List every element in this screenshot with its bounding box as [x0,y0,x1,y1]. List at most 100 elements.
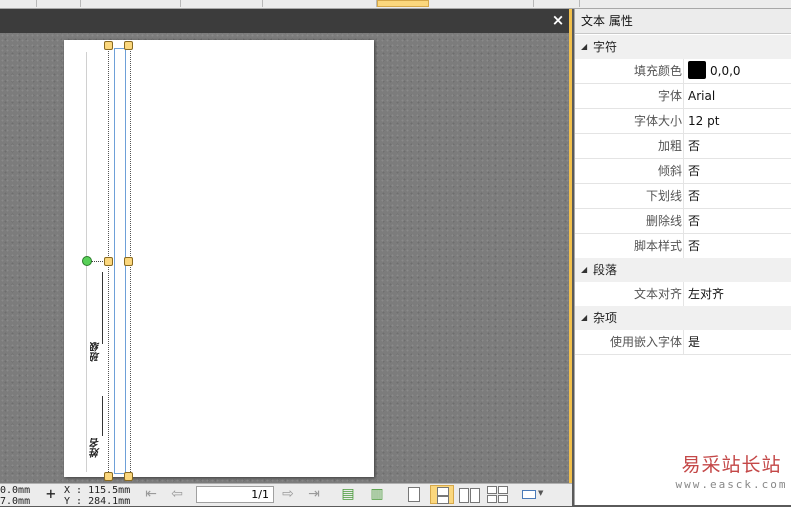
property-row-italic[interactable]: 倾斜 否 [575,159,791,184]
close-icon[interactable]: × [549,11,567,29]
toolbar-active-button[interactable] [377,0,429,7]
font-size-value[interactable]: 12 pt [688,109,788,133]
top-toolbar [0,0,791,9]
collapse-triangle-icon[interactable]: ◢ [581,306,587,330]
property-label: 脚本样式 [633,239,682,253]
next-page-icon[interactable]: ⇨ [277,486,299,503]
canvas-header [0,9,572,33]
page-icon [408,487,420,502]
prev-page-icon[interactable]: ⇦ [166,486,188,503]
property-row-fill-color[interactable]: 填充颜色 0,0,0 [575,59,791,84]
property-label: 文本对齐 [633,287,682,301]
page-icon [487,486,497,494]
continuous-view-button[interactable] [430,485,454,504]
divider [683,330,684,354]
x-coordinate: X : 115.5mm [64,485,131,496]
divider [683,282,684,306]
rotate-handle[interactable] [82,256,92,266]
property-label: 加粗 [657,139,682,153]
first-page-icon[interactable]: ⇤ [140,486,162,503]
resize-handle-top-right[interactable] [124,41,133,50]
page-number-input[interactable]: 1/1 [196,486,274,503]
property-row-embed-font[interactable]: 使用嵌入字体 是 [575,330,791,355]
resize-handle-top-left[interactable] [104,41,113,50]
property-row-font[interactable]: 字体 Arial [575,84,791,109]
section-misc[interactable]: ◢ 杂项 [575,306,791,330]
underline-line [102,272,103,344]
resize-handle-bottom-left[interactable] [104,472,113,481]
toolbar-segment[interactable] [36,0,81,7]
watermark: 易采站长站 www.easck.com [672,450,791,491]
panel-title: 文本 属性 [575,9,791,34]
page-icon [437,496,449,504]
watermark-logo-text: 易采站长站 [681,454,782,476]
vertical-text-class[interactable]: 班级 [89,342,104,362]
width-readout: 0.0mm [0,485,31,496]
page-icon [498,486,508,494]
underline-line [102,396,103,436]
vertical-text-name[interactable]: 姓名 [89,438,104,458]
fill-color-text: 0,0,0 [710,64,741,78]
toolbar-segment[interactable] [180,0,263,7]
strikethrough-value[interactable]: 否 [688,209,788,233]
divider [683,109,684,133]
section-character[interactable]: ◢ 字符 [575,35,791,59]
page-icon [437,487,449,496]
two-page-view-button[interactable] [458,485,482,504]
collapse-triangle-icon[interactable]: ◢ [581,258,587,282]
property-label: 填充颜色 [633,64,682,78]
divider [683,59,684,83]
divider [683,209,684,233]
property-label: 字体大小 [633,114,682,128]
view-options-dropdown[interactable]: ▼ [520,485,544,504]
embed-font-value[interactable]: 是 [688,330,788,354]
property-label: 倾斜 [657,164,682,178]
property-row-strikethrough[interactable]: 删除线 否 [575,209,791,234]
y-coordinate: Y : 284.1mm [64,496,131,507]
property-row-bold[interactable]: 加粗 否 [575,134,791,159]
resize-handle-mid-left[interactable] [104,257,113,266]
toolbar-segment[interactable] [539,0,580,7]
italic-value[interactable]: 否 [688,159,788,183]
toolbar-segment[interactable] [80,0,181,7]
section-title: 字符 [593,40,618,54]
divider [683,84,684,108]
last-page-icon[interactable]: ⇥ [303,486,325,503]
property-row-text-align[interactable]: 文本对齐 左对齐 [575,282,791,307]
property-row-script-style[interactable]: 脚本样式 否 [575,234,791,259]
page-icon [487,495,497,503]
toolbar-segment[interactable] [491,0,534,7]
add-page-icon[interactable]: ▤ [337,486,359,503]
divider [683,159,684,183]
toolbar-segment[interactable] [0,0,37,7]
resize-handle-mid-right[interactable] [124,257,133,266]
collapse-triangle-icon[interactable]: ◢ [581,35,587,59]
font-value[interactable]: Arial [688,84,788,108]
panel-splitter[interactable] [569,9,572,505]
display-icon [522,490,536,499]
property-row-underline[interactable]: 下划线 否 [575,184,791,209]
text-align-value[interactable]: 左对齐 [688,282,788,306]
fill-color-value[interactable]: 0,0,0 [688,59,788,83]
duplicate-page-icon[interactable]: ▥ [366,486,388,503]
section-title: 段落 [593,263,618,277]
underline-value[interactable]: 否 [688,184,788,208]
height-readout: 7.0mm [0,496,31,507]
script-style-value[interactable]: 否 [688,234,788,258]
page-icon [459,488,469,503]
crosshair-icon: + [46,484,56,503]
page-icon [498,495,508,503]
resize-handle-bottom-right[interactable] [124,472,133,481]
divider [683,234,684,258]
property-label: 删除线 [645,214,682,228]
property-label: 字体 [657,89,682,103]
section-paragraph[interactable]: ◢ 段落 [575,258,791,282]
color-swatch[interactable] [688,61,706,79]
property-row-font-size[interactable]: 字体大小 12 pt [575,109,791,134]
bold-value[interactable]: 否 [688,134,788,158]
toolbar-segment[interactable] [262,0,377,7]
grid-view-button[interactable] [486,485,510,504]
single-page-view-button[interactable] [402,485,426,504]
property-label: 使用嵌入字体 [609,335,682,349]
page-icon [470,488,480,503]
